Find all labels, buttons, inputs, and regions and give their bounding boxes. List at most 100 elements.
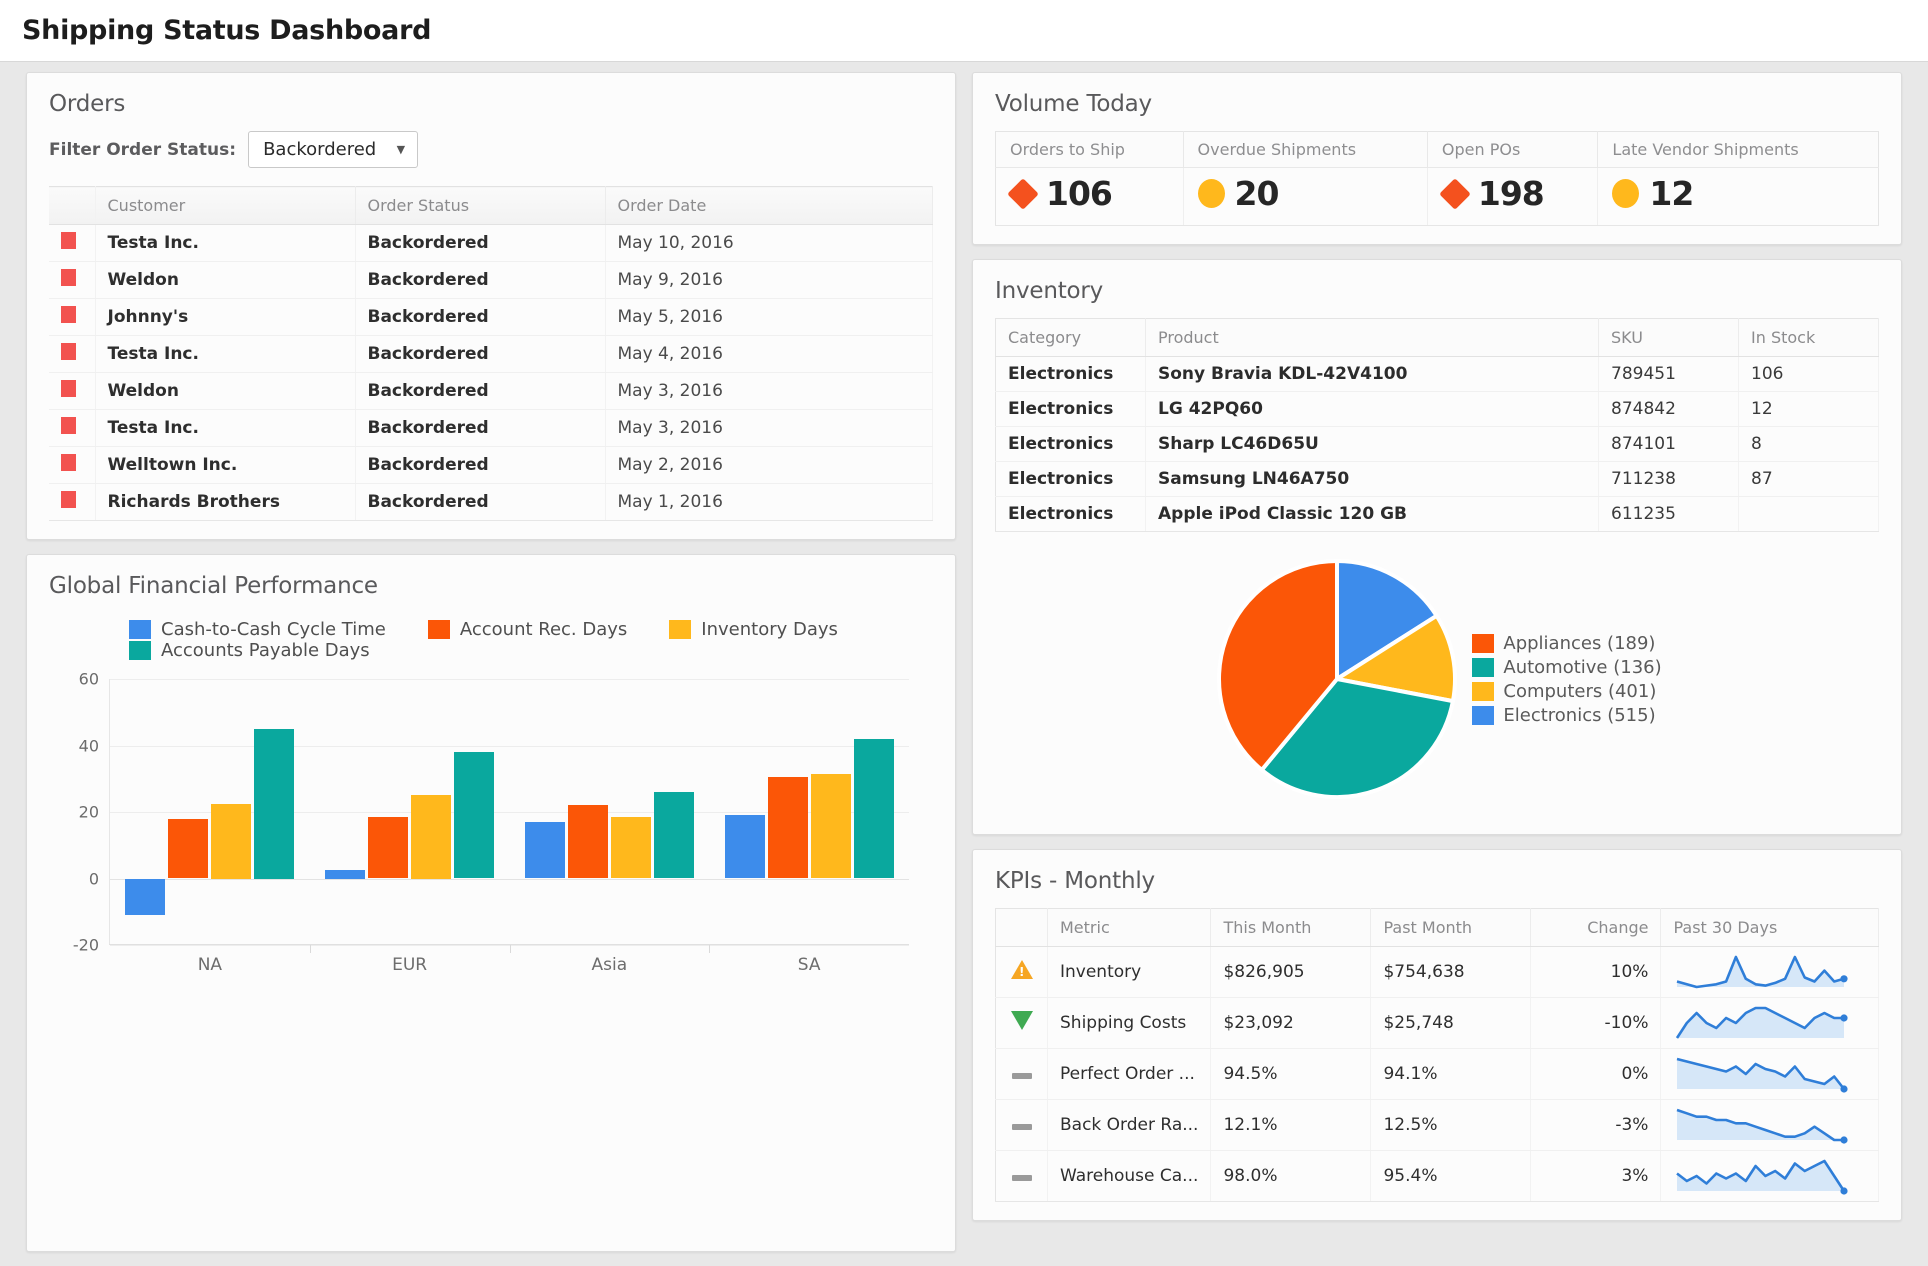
bar[interactable] xyxy=(525,822,565,879)
bar[interactable] xyxy=(725,815,765,878)
bar[interactable] xyxy=(211,804,251,879)
kpi-change-cell: -3% xyxy=(1531,1100,1661,1151)
right-column: Volume Today Orders to ShipOverdue Shipm… xyxy=(972,72,1902,1252)
inventory-instock-cell xyxy=(1739,497,1879,532)
inventory-table-body: ElectronicsSony Bravia KDL-42V4100789451… xyxy=(996,357,1879,532)
kpi-metric-cell: Warehouse Ca... xyxy=(1048,1151,1211,1202)
kpis-title: KPIs - Monthly xyxy=(995,868,1879,894)
orders-table-head: Customer Order Status Order Date xyxy=(49,187,933,225)
bar[interactable] xyxy=(654,792,694,878)
table-row[interactable]: WeldonBackorderedMay 3, 2016 xyxy=(49,373,933,410)
volume-metric-cell[interactable]: 198 xyxy=(1427,168,1598,226)
orders-col-customer[interactable]: Customer xyxy=(95,187,355,225)
bar[interactable] xyxy=(854,739,894,879)
table-row[interactable]: Johnny'sBackorderedMay 5, 2016 xyxy=(49,299,933,336)
bar[interactable] xyxy=(454,752,494,878)
order-date-cell: May 3, 2016 xyxy=(605,410,933,447)
circle-indicator-icon xyxy=(1198,179,1225,208)
kpis-col-past-month[interactable]: Past Month xyxy=(1371,909,1531,947)
volume-today-header-row: Orders to ShipOverdue ShipmentsOpen POsL… xyxy=(996,132,1879,168)
pie-legend-item[interactable]: Appliances (189) xyxy=(1472,633,1661,654)
table-row[interactable]: Warehouse Ca...98.0%95.4%3% xyxy=(996,1151,1879,1202)
inventory-col-sku[interactable]: SKU xyxy=(1599,319,1739,357)
bar-chart-title: Global Financial Performance xyxy=(49,573,933,599)
inventory-sku-cell: 611235 xyxy=(1599,497,1739,532)
order-status-select-value: Backordered xyxy=(263,139,376,160)
volume-metric-label: Open POs xyxy=(1427,132,1598,168)
table-row[interactable]: Testa Inc.BackorderedMay 10, 2016 xyxy=(49,225,933,262)
x-axis-tick-label: Asia xyxy=(592,955,628,975)
table-row[interactable]: WeldonBackorderedMay 9, 2016 xyxy=(49,262,933,299)
bar[interactable] xyxy=(368,817,408,879)
orders-col-date[interactable]: Order Date xyxy=(605,187,933,225)
kpi-sparkline-cell xyxy=(1661,998,1879,1049)
kpis-header-row: Metric This Month Past Month Change Past… xyxy=(996,909,1879,947)
y-axis-tick-label: 60 xyxy=(79,670,110,689)
inventory-sku-cell: 711238 xyxy=(1599,462,1739,497)
order-status-flag-cell xyxy=(49,447,95,484)
order-status-cell: Backordered xyxy=(355,336,605,373)
bar[interactable] xyxy=(254,729,294,879)
pie-legend-item[interactable]: Automotive (136) xyxy=(1472,657,1661,678)
table-row[interactable]: Inventory$826,905$754,63810% xyxy=(996,947,1879,998)
volume-metric-cell[interactable]: 106 xyxy=(996,168,1184,226)
table-row[interactable]: Testa Inc.BackorderedMay 3, 2016 xyxy=(49,410,933,447)
bar-legend-label: Accounts Payable Days xyxy=(161,640,370,661)
table-row[interactable]: Richards BrothersBackorderedMay 1, 2016 xyxy=(49,484,933,521)
order-status-select[interactable]: Backordered ▼ xyxy=(248,131,418,168)
bar[interactable] xyxy=(125,879,165,916)
inventory-sku-cell: 789451 xyxy=(1599,357,1739,392)
kpis-col-past-30-days[interactable]: Past 30 Days xyxy=(1661,909,1879,947)
bar[interactable] xyxy=(568,805,608,878)
pie-legend-item[interactable]: Computers (401) xyxy=(1472,681,1661,702)
volume-metric-label: Late Vendor Shipments xyxy=(1598,132,1879,168)
bar[interactable] xyxy=(811,774,851,879)
inventory-col-category[interactable]: Category xyxy=(996,319,1146,357)
kpi-this-month-cell: $826,905 xyxy=(1211,947,1371,998)
volume-metric-cell[interactable]: 12 xyxy=(1598,168,1879,226)
orders-table-body: Testa Inc.BackorderedMay 10, 2016WeldonB… xyxy=(49,225,933,521)
legend-color-swatch xyxy=(1472,706,1494,725)
bar-legend-item[interactable]: Cash-to-Cash Cycle Time xyxy=(129,619,386,640)
table-row[interactable]: ElectronicsSony Bravia KDL-42V4100789451… xyxy=(996,357,1879,392)
orders-col-status[interactable]: Order Status xyxy=(355,187,605,225)
bar[interactable] xyxy=(325,870,365,878)
inventory-product-cell: LG 42PQ60 xyxy=(1146,392,1599,427)
table-row[interactable]: Testa Inc.BackorderedMay 4, 2016 xyxy=(49,336,933,373)
table-row[interactable]: ElectronicsSamsung LN46A75071123887 xyxy=(996,462,1879,497)
table-row[interactable]: Shipping Costs$23,092$25,748-10% xyxy=(996,998,1879,1049)
bar[interactable] xyxy=(768,777,808,878)
order-status-cell: Backordered xyxy=(355,262,605,299)
inventory-col-instock[interactable]: In Stock xyxy=(1739,319,1879,357)
kpi-metric-cell: Back Order Ra... xyxy=(1048,1100,1211,1151)
volume-metric-cell[interactable]: 20 xyxy=(1183,168,1427,226)
diamond-indicator-icon xyxy=(1007,178,1039,210)
inventory-col-product[interactable]: Product xyxy=(1146,319,1599,357)
legend-color-swatch xyxy=(428,620,450,639)
table-row[interactable]: Back Order Ra...12.1%12.5%-3% xyxy=(996,1100,1879,1151)
bar[interactable] xyxy=(611,817,651,879)
kpis-col-change[interactable]: Change xyxy=(1531,909,1661,947)
bar[interactable] xyxy=(168,819,208,879)
bar-legend-item[interactable]: Inventory Days xyxy=(669,619,838,640)
bar-legend-item[interactable]: Account Rec. Days xyxy=(428,619,627,640)
kpi-sparkline-cell xyxy=(1661,947,1879,998)
category-pie-chart-area: Appliances (189) Automotive (136) Computer… xyxy=(995,532,1879,816)
legend-color-swatch xyxy=(1472,682,1494,701)
orders-col-flag[interactable] xyxy=(49,187,95,225)
table-row[interactable]: ElectronicsLG 42PQ6087484212 xyxy=(996,392,1879,427)
table-row[interactable]: ElectronicsSharp LC46D65U8741018 xyxy=(996,427,1879,462)
pie-legend-label: Computers (401) xyxy=(1503,681,1656,702)
bar-legend-item[interactable]: Accounts Payable Days xyxy=(129,640,370,661)
flat-dash-icon xyxy=(1012,1175,1032,1181)
table-row[interactable]: Perfect Order ...94.5%94.1%0% xyxy=(996,1049,1879,1100)
bar[interactable] xyxy=(411,795,451,878)
pie-legend-item[interactable]: Electronics (515) xyxy=(1472,705,1661,726)
status-flag-icon xyxy=(61,306,76,323)
table-row[interactable]: ElectronicsApple iPod Classic 120 GB6112… xyxy=(996,497,1879,532)
order-status-flag-cell xyxy=(49,484,95,521)
volume-today-value-row: 1062019812 xyxy=(996,168,1879,226)
table-row[interactable]: Welltown Inc.BackorderedMay 2, 2016 xyxy=(49,447,933,484)
kpis-col-this-month[interactable]: This Month xyxy=(1211,909,1371,947)
kpis-col-metric[interactable]: Metric xyxy=(1048,909,1211,947)
